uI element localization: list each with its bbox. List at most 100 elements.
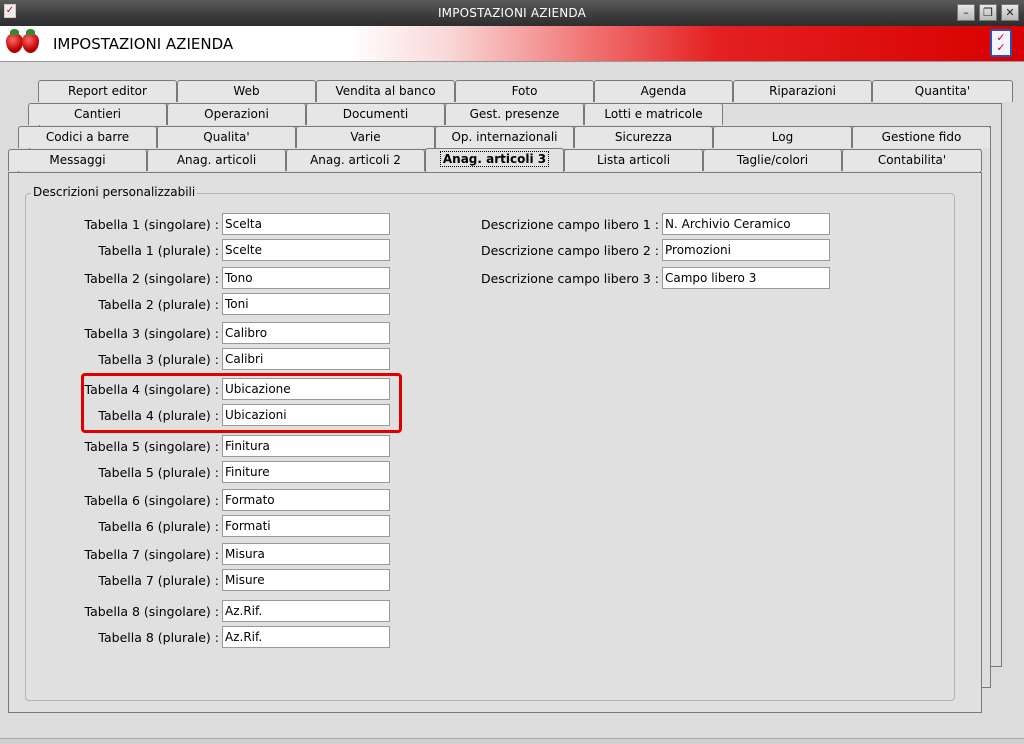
free-field-input[interactable]: N. Archivio Ceramico: [662, 213, 830, 235]
restore-button[interactable]: ❐: [979, 4, 997, 21]
table-value-field[interactable]: Scelta: [222, 213, 390, 235]
tab-label: Op. internazionali: [451, 130, 558, 144]
strawberry-icon: [6, 29, 23, 53]
table-value-field[interactable]: Calibro: [222, 322, 390, 344]
tab-vendita-al-banco[interactable]: Vendita al banco: [316, 80, 455, 102]
tab-label: Quantita': [914, 84, 971, 98]
tab-label: Varie: [350, 130, 381, 144]
tab-label: Web: [233, 84, 260, 98]
table-value-field[interactable]: Az.Rif.: [222, 626, 390, 648]
tab-label: Lotti e matricole: [604, 107, 703, 121]
free-field-input[interactable]: Promozioni: [662, 239, 830, 261]
close-button[interactable]: ✕: [1001, 4, 1019, 21]
table-value-field[interactable]: Toni: [222, 293, 390, 315]
tab-lotti-e-matricole[interactable]: Lotti e matricole: [584, 103, 723, 125]
table-label: Tabella 3 (singolare) :: [84, 326, 219, 341]
tab-documenti[interactable]: Documenti: [306, 103, 445, 125]
table-label: Tabella 6 (plurale) :: [98, 519, 219, 534]
tab-anag-articoli-2[interactable]: Anag. articoli 2: [286, 149, 425, 171]
tab-label: Qualita': [203, 130, 250, 144]
tab-web[interactable]: Web: [177, 80, 316, 102]
tab-label: Taglie/colori: [736, 153, 809, 167]
free-field-label: Descrizione campo libero 1 :: [480, 217, 659, 232]
app-header: IMPOSTAZIONI AZIENDA ✓ ✓: [0, 26, 1024, 62]
tab-label: Anag. articoli 3: [439, 151, 550, 167]
table-label: Tabella 7 (plurale) :: [98, 573, 219, 588]
tab-messaggi[interactable]: Messaggi: [8, 149, 147, 171]
tab-codici-a-barre[interactable]: Codici a barre: [18, 126, 157, 148]
tab-qualita[interactable]: Qualita': [157, 126, 296, 148]
tab-label: Vendita al banco: [335, 84, 436, 98]
highlight-box: [81, 373, 402, 433]
tab-label: Documenti: [342, 107, 409, 121]
table-value-field[interactable]: Formati: [222, 515, 390, 537]
tab-label: Codici a barre: [45, 130, 130, 144]
tab-taglie-colori[interactable]: Taglie/colori: [703, 149, 842, 171]
tab-op-internazionali[interactable]: Op. internazionali: [435, 126, 574, 148]
table-label: Tabella 1 (singolare) :: [84, 217, 219, 232]
table-value-field[interactable]: Calibri: [222, 348, 390, 370]
free-field-input[interactable]: Campo libero 3: [662, 267, 830, 289]
tab-varie[interactable]: Varie: [296, 126, 435, 148]
table-value-field[interactable]: Misura: [222, 543, 390, 565]
tab-label: Agenda: [640, 84, 687, 98]
tab-gestione-fido[interactable]: Gestione fido: [852, 126, 991, 148]
tab-label: Riparazioni: [769, 84, 836, 98]
tab-label: Anag. articoli: [176, 153, 257, 167]
tab-foto[interactable]: Foto: [455, 80, 594, 102]
window-title: IMPOSTAZIONI AZIENDA: [437, 6, 587, 20]
tab-anag-articoli[interactable]: Anag. articoli: [147, 149, 286, 171]
table-value-field[interactable]: Formato: [222, 489, 390, 511]
tab-cantieri[interactable]: Cantieri: [28, 103, 167, 125]
table-value-field[interactable]: Finiture: [222, 461, 390, 483]
table-value-field[interactable]: Misure: [222, 569, 390, 591]
tab-label: Log: [771, 130, 794, 144]
tab-anag-articoli-3[interactable]: Anag. articoli 3: [425, 148, 564, 172]
tab-lista-articoli[interactable]: Lista articoli: [564, 149, 703, 171]
tab-operazioni[interactable]: Operazioni: [167, 103, 306, 125]
tab-riparazioni[interactable]: Riparazioni: [733, 80, 872, 102]
free-field-label: Descrizione campo libero 3 :: [480, 271, 659, 286]
group-title: Descrizioni personalizzabili: [31, 185, 198, 199]
table-label: Tabella 6 (singolare) :: [84, 493, 219, 508]
tab-contabilita[interactable]: Contabilita': [842, 149, 982, 171]
tab-label: Gestione fido: [881, 130, 962, 144]
tab-quantita[interactable]: Quantita': [872, 80, 1013, 102]
tab-label: Messaggi: [49, 153, 106, 167]
table-label: Tabella 7 (singolare) :: [84, 547, 219, 562]
checklist-icon[interactable]: ✓ ✓: [990, 29, 1012, 57]
table-label: Tabella 8 (plurale) :: [98, 630, 219, 645]
tab-log[interactable]: Log: [713, 126, 852, 148]
tab-sicurezza[interactable]: Sicurezza: [574, 126, 713, 148]
free-field-label: Descrizione campo libero 2 :: [480, 243, 659, 258]
table-label: Tabella 8 (singolare) :: [84, 604, 219, 619]
table-value-field[interactable]: Tono: [222, 267, 390, 289]
table-label: Tabella 5 (singolare) :: [84, 439, 219, 454]
tab-label: Anag. articoli 2: [310, 153, 401, 167]
page-title: IMPOSTAZIONI AZIENDA: [53, 35, 234, 53]
tab-gest-presenze[interactable]: Gest. presenze: [445, 103, 584, 125]
table-value-field[interactable]: Az.Rif.: [222, 600, 390, 622]
tab-agenda[interactable]: Agenda: [594, 80, 733, 102]
table-label: Tabella 2 (plurale) :: [98, 297, 219, 312]
strawberry-icon: [22, 29, 39, 53]
tab-panel-anag-articoli-3: Descrizioni personalizzabili Tabella 1 (…: [8, 172, 982, 713]
status-bar: [0, 738, 1024, 744]
table-label: Tabella 5 (plurale) :: [98, 465, 219, 480]
minimize-button[interactable]: –: [957, 4, 975, 21]
tab-label: Report editor: [68, 84, 147, 98]
table-label: Tabella 3 (plurale) :: [98, 352, 219, 367]
table-value-field[interactable]: Scelte: [222, 239, 390, 261]
tab-label: Cantieri: [73, 107, 122, 121]
window-titlebar: ✓ IMPOSTAZIONI AZIENDA – ❐ ✕: [0, 0, 1024, 26]
tab-label: Sicurezza: [614, 130, 673, 144]
table-label: Tabella 1 (plurale) :: [98, 243, 219, 258]
table-value-field[interactable]: Finitura: [222, 435, 390, 457]
tab-label: Contabilita': [877, 153, 947, 167]
tab-label: Gest. presenze: [469, 107, 560, 121]
table-label: Tabella 2 (singolare) :: [84, 271, 219, 286]
tab-label: Operazioni: [204, 107, 269, 121]
tab-label: Lista articoli: [596, 153, 671, 167]
tab-label: Foto: [511, 84, 538, 98]
tab-report-editor[interactable]: Report editor: [38, 80, 177, 102]
